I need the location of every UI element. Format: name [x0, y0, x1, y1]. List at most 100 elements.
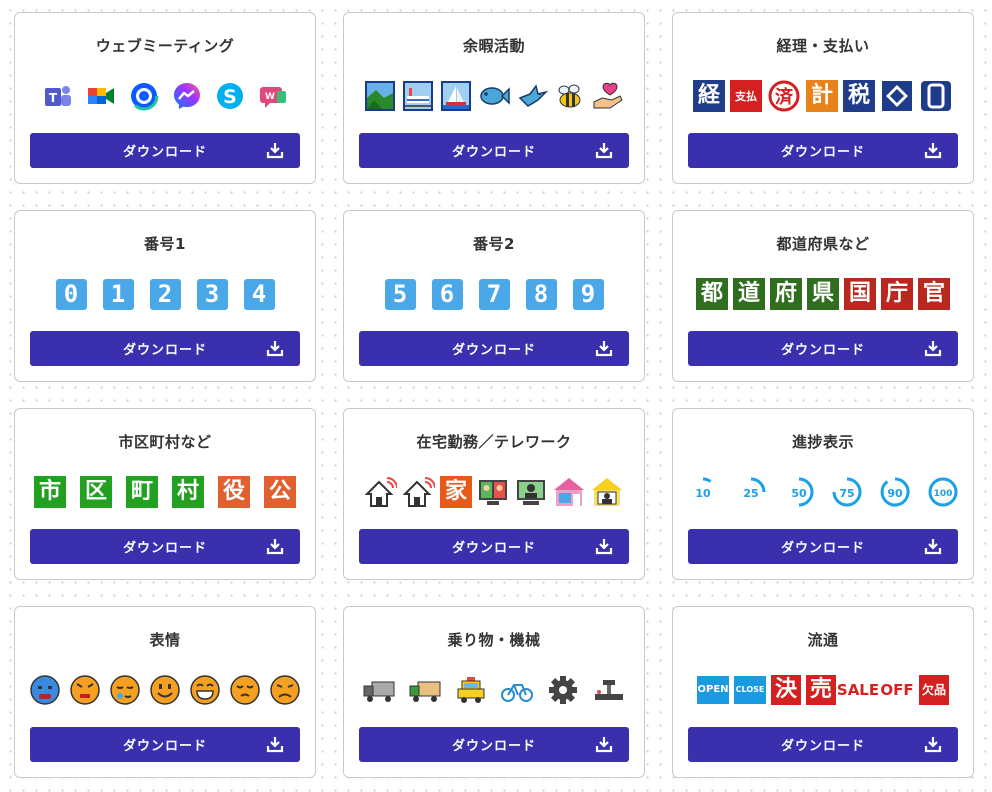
close-badge-icon: CLOSE: [734, 676, 766, 704]
download-button-label: ダウンロード: [451, 145, 536, 160]
kanji-kei-icon: 経: [693, 80, 725, 112]
download-icon: [266, 737, 284, 753]
download-icon: [924, 737, 942, 753]
card-leisure: 余暇活動 ダウンロード: [343, 12, 645, 184]
digit-5-icon: 5: [384, 278, 416, 310]
icon-row: 0 1 2 3 4: [27, 277, 303, 311]
download-button[interactable]: ダウンロード: [30, 727, 300, 762]
card-title: 市区町村など: [118, 433, 212, 451]
train-icon: [401, 79, 435, 113]
svg-text:済: 済: [775, 86, 794, 108]
download-button[interactable]: ダウンロード: [688, 529, 958, 564]
download-button-label: ダウンロード: [122, 343, 207, 358]
download-button[interactable]: ダウンロード: [688, 331, 958, 366]
digit-8-icon: 8: [525, 278, 557, 310]
download-button[interactable]: ダウンロード: [359, 727, 629, 762]
progress-90-icon: 90: [878, 475, 912, 509]
download-button-label: ダウンロード: [451, 541, 536, 556]
kanji-keppin-icon: 欠品: [919, 675, 949, 705]
download-button-label: ダウンロード: [780, 145, 865, 160]
home-wifi-icon: [402, 475, 436, 509]
digit-4-icon: 4: [243, 278, 275, 310]
heart-hand-icon: [591, 79, 625, 113]
digit-6-icon: 6: [431, 278, 463, 310]
kanji-ko-icon: 公: [264, 476, 296, 508]
icon-row: 都 道 府 県 国 庁 官: [685, 277, 961, 311]
kanji-cho-icon: 庁: [881, 278, 913, 310]
download-button-label: ダウンロード: [122, 541, 207, 556]
card-title: 番号2: [473, 235, 515, 253]
download-button[interactable]: ダウンロード: [359, 331, 629, 366]
kanji-fu-icon: 府: [770, 278, 802, 310]
download-button-label: ダウンロード: [451, 739, 536, 754]
house-user-icon: [590, 475, 624, 509]
download-button-label: ダウンロード: [780, 343, 865, 358]
progress-50-icon: 50: [782, 475, 816, 509]
digit-3-icon: 3: [196, 278, 228, 310]
machine-icon: [592, 673, 626, 707]
card-title: 都道府県など: [776, 235, 870, 253]
kanji-zumi-icon: 済: [767, 79, 801, 113]
off-text-icon: OFF: [880, 680, 914, 699]
truck-icon: [408, 673, 442, 707]
kanji-koku-icon: 国: [844, 278, 876, 310]
digit-0-icon: 0: [55, 278, 87, 310]
download-button[interactable]: ダウンロード: [359, 529, 629, 564]
kanji-shi-icon: 市: [34, 476, 66, 508]
svg-text:90: 90: [887, 487, 903, 500]
card-title: 流通: [807, 631, 839, 649]
card-prefecture: 都道府県など 都 道 府 県 国 庁 官 ダウンロード: [672, 210, 974, 382]
kanji-ku-icon: 区: [80, 476, 112, 508]
svg-text:10: 10: [695, 487, 711, 500]
sailboat-icon: [439, 79, 473, 113]
kanji-ketsu-icon: 決: [771, 675, 801, 705]
gear-icon: [546, 673, 580, 707]
download-button-label: ダウンロード: [122, 739, 207, 754]
webex-icon: W: [256, 79, 290, 113]
download-button-label: ダウンロード: [451, 343, 536, 358]
card-distribution: 流通 OPEN CLOSE 決 売 SALE OFF 欠品 ダウンロード: [672, 606, 974, 778]
card-municipality: 市区町村など 市 区 町 村 役 公 ダウンロード: [14, 408, 316, 580]
angry-face-icon: [68, 673, 102, 707]
card-title: 経理・支払い: [776, 37, 870, 55]
download-icon: [924, 143, 942, 159]
download-button[interactable]: ダウンロード: [30, 331, 300, 366]
download-button[interactable]: ダウンロード: [688, 727, 958, 762]
kanji-shiharai-icon: 支払: [730, 80, 762, 112]
download-button[interactable]: ダウンロード: [30, 529, 300, 564]
crying-face-icon: [28, 673, 62, 707]
download-button[interactable]: ダウンロード: [30, 133, 300, 168]
kanji-uri-icon: 売: [806, 675, 836, 705]
download-button-label: ダウンロード: [780, 541, 865, 556]
bird-icon: [515, 79, 549, 113]
kanji-to-icon: 都: [696, 278, 728, 310]
card-icon: [919, 79, 953, 113]
icon-row: T S W: [27, 79, 303, 113]
zoom-icon: [127, 79, 161, 113]
svg-text:50: 50: [791, 487, 807, 500]
svg-text:100: 100: [934, 489, 953, 499]
card-vehicles: 乗り物・機械 ダウンロード: [343, 606, 645, 778]
card-accounting: 経理・支払い 経 支払 済 計 税 ダウンロード: [672, 12, 974, 184]
google-meet-icon: [84, 79, 118, 113]
digit-7-icon: 7: [478, 278, 510, 310]
bicycle-icon: [500, 673, 534, 707]
fish-icon: [477, 79, 511, 113]
grin-face-icon: [188, 673, 222, 707]
download-button[interactable]: ダウンロード: [688, 133, 958, 168]
download-icon: [266, 539, 284, 555]
card-title: 在宅勤務／テレワーク: [416, 433, 572, 451]
svg-text:25: 25: [743, 487, 758, 500]
icon-row: OPEN CLOSE 決 売 SALE OFF 欠品: [685, 673, 961, 707]
download-button[interactable]: ダウンロード: [359, 133, 629, 168]
kanji-mura-icon: 村: [172, 476, 204, 508]
card-title: 番号1: [144, 235, 186, 253]
icon-row: [27, 673, 303, 707]
download-icon: [924, 539, 942, 555]
video-call-icon: [476, 475, 510, 509]
monitor-user-icon: [514, 475, 548, 509]
digit-2-icon: 2: [149, 278, 181, 310]
pout-face-icon: [228, 673, 262, 707]
landscape-icon: [363, 79, 397, 113]
download-icon: [595, 737, 613, 753]
